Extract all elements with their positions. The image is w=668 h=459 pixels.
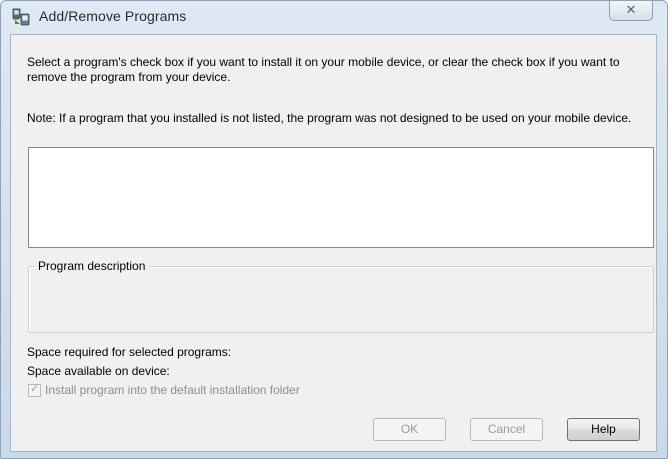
dialog-client-area: Select a program's check box if you want… [10,34,657,452]
window-title: Add/Remove Programs [39,8,187,24]
cancel-button[interactable]: Cancel [470,418,543,441]
close-icon: ✕ [625,2,637,17]
ok-button[interactable]: OK [373,418,446,441]
program-description-label: Program description [35,258,149,274]
program-description-group: Program description [28,258,654,333]
close-button[interactable]: ✕ [609,1,653,21]
checkbox-box[interactable]: ✓ [28,383,41,397]
checkmark-icon: ✓ [30,383,40,395]
add-remove-programs-icon [11,7,31,27]
program-list[interactable] [28,147,654,248]
install-default-folder-label: Install program into the default install… [45,383,300,397]
space-available-label: Space available on device: [27,364,170,378]
help-button[interactable]: Help [567,418,640,441]
title-bar[interactable]: Add/Remove Programs ✕ [1,1,667,33]
space-required-label: Space required for selected programs: [27,345,232,359]
dialog-window: Add/Remove Programs ✕ Select a program's… [0,0,668,459]
intro-text: Select a program's check box if you want… [27,55,620,84]
note-text: Note: If a program that you installed is… [27,111,632,125]
